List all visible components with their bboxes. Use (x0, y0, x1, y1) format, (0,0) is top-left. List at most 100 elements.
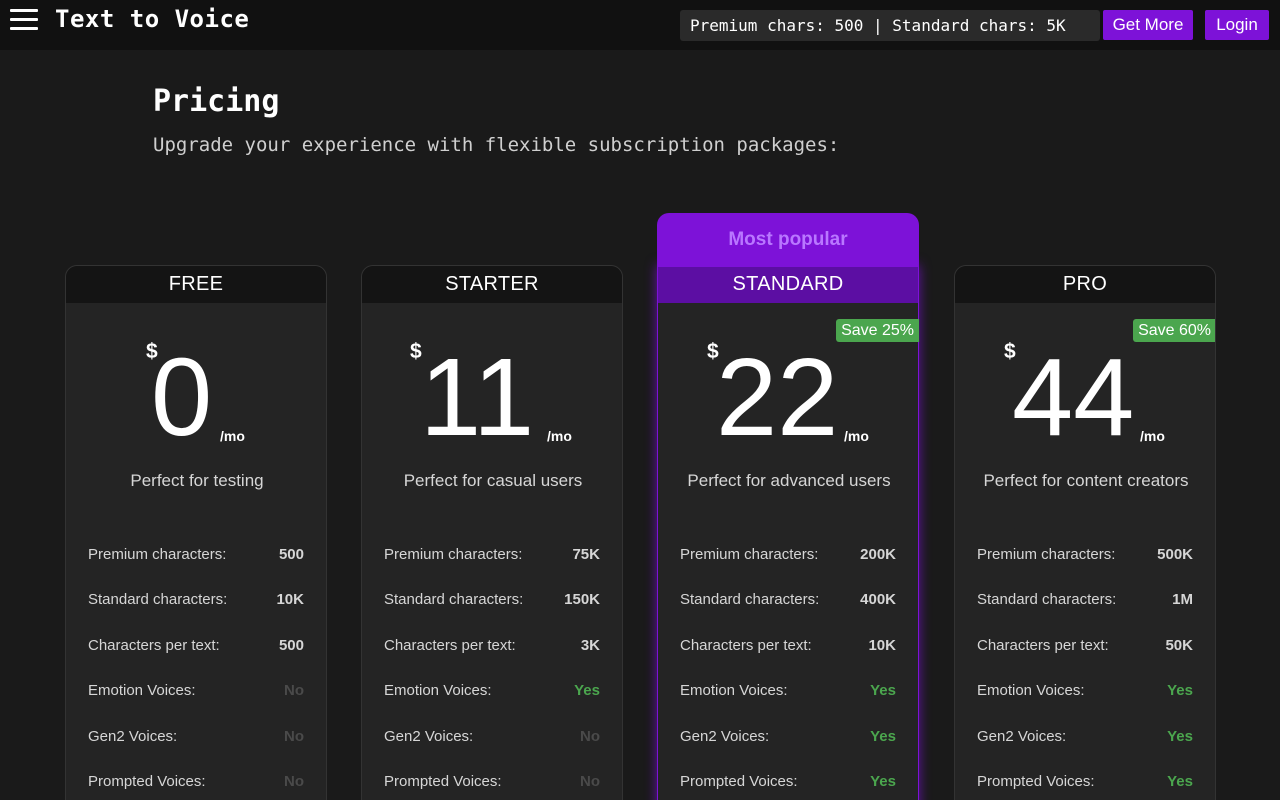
feature-label: Premium characters: (384, 546, 523, 563)
plan-card-standard[interactable]: Most popular STANDARD Save 25% $ 22 /mo … (657, 213, 919, 800)
feature-value: 500 (278, 546, 304, 563)
feature-row: Emotion Voices: Yes (384, 682, 600, 702)
most-popular-label: Most popular (657, 213, 919, 267)
plan-price: 0 (151, 336, 213, 459)
feature-row: Prompted Voices: Yes (977, 773, 1193, 793)
hamburger-menu-icon[interactable] (10, 9, 38, 31)
feature-row: Prompted Voices: No (88, 773, 304, 793)
plan-name: PRO (955, 266, 1215, 303)
feature-label: Standard characters: (88, 591, 228, 608)
login-button[interactable]: Login (1205, 10, 1269, 40)
feature-value: 3K (580, 637, 600, 654)
feature-label: Standard characters: (384, 591, 524, 608)
get-more-button[interactable]: Get More (1103, 10, 1193, 40)
feature-row: Emotion Voices: Yes (977, 682, 1193, 702)
feature-value: No (284, 728, 304, 745)
price-period: /mo (844, 428, 869, 444)
top-bar: Text to Voice Premium chars: 500 | Stand… (0, 0, 1280, 50)
plan-name: STARTER (362, 266, 622, 303)
character-balance: Premium chars: 500 | Standard chars: 5K (680, 10, 1100, 41)
feature-row: Premium characters: 75K (384, 546, 600, 566)
plan-price: 22 (716, 336, 839, 459)
feature-row: Emotion Voices: Yes (680, 682, 896, 702)
feature-row: Gen2 Voices: Yes (680, 728, 896, 748)
plan-tagline: Perfect for casual users (403, 471, 583, 490)
plan-price: 44 (1012, 336, 1135, 459)
feature-value: Yes (870, 682, 896, 699)
feature-value: 200K (860, 546, 896, 563)
feature-label: Premium characters: (88, 546, 227, 563)
price-period: /mo (1140, 428, 1165, 444)
feature-row: Prompted Voices: Yes (680, 773, 896, 793)
feature-value: 10K (276, 591, 304, 608)
save-badge: Save 60% (1133, 319, 1215, 342)
feature-row: Characters per text: 3K (384, 637, 600, 657)
price-period: /mo (547, 428, 572, 444)
feature-value: Yes (1167, 728, 1193, 745)
plan-card-starter[interactable]: STARTER $ 11 /mo Perfect for casual user… (361, 265, 623, 800)
feature-row: Premium characters: 500K (977, 546, 1193, 566)
feature-label: Prompted Voices: (977, 773, 1095, 790)
feature-row: Gen2 Voices: No (384, 728, 600, 748)
feature-row: Premium characters: 500 (88, 546, 304, 566)
feature-row: Prompted Voices: No (384, 773, 600, 793)
feature-label: Premium characters: (680, 546, 819, 563)
feature-label: Emotion Voices: (680, 682, 788, 699)
plan-card-free[interactable]: FREE $ 0 /mo Perfect for testing Premium… (65, 265, 327, 800)
page-subtitle: Upgrade your experience with flexible su… (153, 134, 840, 156)
feature-value: 10K (868, 637, 896, 654)
feature-label: Characters per text: (384, 637, 516, 654)
plan-name: FREE (66, 266, 326, 303)
plan-card-pro[interactable]: PRO Save 60% $ 44 /mo Perfect for conten… (954, 265, 1216, 800)
plan-name: STANDARD (658, 266, 918, 303)
feature-label: Characters per text: (977, 637, 1109, 654)
feature-label: Characters per text: (88, 637, 220, 654)
feature-row: Standard characters: 10K (88, 591, 304, 611)
feature-value: No (284, 773, 304, 790)
feature-label: Gen2 Voices: (88, 728, 178, 745)
feature-value: Yes (870, 773, 896, 790)
feature-row: Standard characters: 150K (384, 591, 600, 611)
feature-value: 1M (1172, 591, 1193, 608)
plan-tagline: Perfect for testing (130, 471, 264, 490)
feature-value: No (580, 773, 600, 790)
feature-label: Standard characters: (977, 591, 1117, 608)
feature-label: Gen2 Voices: (680, 728, 770, 745)
plan-price: 11 (420, 336, 535, 459)
feature-label: Emotion Voices: (88, 682, 196, 699)
plan-tagline: Perfect for advanced users (687, 471, 891, 490)
feature-row: Gen2 Voices: No (88, 728, 304, 748)
feature-value: No (580, 728, 600, 745)
feature-label: Gen2 Voices: (977, 728, 1067, 745)
feature-value: Yes (1167, 682, 1193, 699)
feature-row: Gen2 Voices: Yes (977, 728, 1193, 748)
feature-value: 150K (564, 591, 600, 608)
feature-label: Premium characters: (977, 546, 1116, 563)
price-period: /mo (220, 428, 245, 444)
feature-value: 75K (572, 546, 600, 563)
feature-label: Prompted Voices: (384, 773, 502, 790)
feature-value: 500K (1157, 546, 1193, 563)
feature-label: Prompted Voices: (88, 773, 206, 790)
feature-label: Emotion Voices: (977, 682, 1085, 699)
save-badge: Save 25% (836, 319, 919, 342)
feature-row: Characters per text: 10K (680, 637, 896, 657)
feature-value: Yes (870, 728, 896, 745)
app-title: Text to Voice (55, 5, 250, 33)
feature-row: Characters per text: 500 (88, 637, 304, 657)
plan-tagline: Perfect for content creators (983, 471, 1189, 490)
feature-label: Standard characters: (680, 591, 820, 608)
feature-value: Yes (1167, 773, 1193, 790)
feature-value: 500 (278, 637, 304, 654)
feature-row: Premium characters: 200K (680, 546, 896, 566)
feature-value: Yes (574, 682, 600, 699)
feature-label: Emotion Voices: (384, 682, 492, 699)
feature-value: 400K (860, 591, 896, 608)
feature-label: Characters per text: (680, 637, 812, 654)
feature-value: 50K (1165, 637, 1193, 654)
feature-row: Characters per text: 50K (977, 637, 1193, 657)
feature-label: Gen2 Voices: (384, 728, 474, 745)
page-title: Pricing (153, 84, 280, 119)
feature-label: Prompted Voices: (680, 773, 798, 790)
feature-row: Standard characters: 400K (680, 591, 896, 611)
